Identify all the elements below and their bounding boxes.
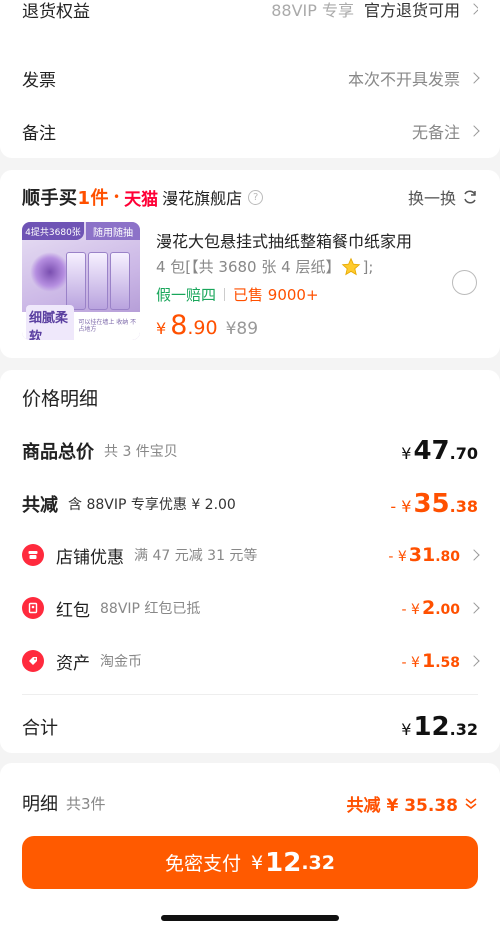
refresh-icon xyxy=(464,190,476,204)
red-packet-icon xyxy=(22,597,44,619)
chevron-right-icon xyxy=(468,655,480,667)
goods-total-amount: ¥47.70 xyxy=(401,436,478,466)
coin-icon xyxy=(22,650,44,672)
product-price: ¥ 8 .90 ¥89 xyxy=(156,310,259,341)
invoice-label: 发票 xyxy=(22,70,56,91)
product-spec: 4 包[【共 3680 张 4 层纸】 ]; xyxy=(156,257,374,276)
thumb-badge-count: 4提共3680张 xyxy=(22,222,84,240)
tmall-logo: 天猫 xyxy=(124,189,159,210)
assets-amount: - ¥1.58 xyxy=(401,650,460,672)
shop-discount-row[interactable]: 店铺优惠 满 47 元减 31 元等 - ¥31.80 xyxy=(22,541,480,569)
help-icon[interactable]: ? xyxy=(248,189,264,205)
home-indicator[interactable] xyxy=(161,915,339,921)
original-price: ¥89 xyxy=(225,319,259,339)
invoice-value: 本次不开具发票 xyxy=(347,70,460,89)
sold-count: 已售 9000+ xyxy=(233,286,319,304)
return-value: 官方退货可用 xyxy=(363,1,460,20)
pay-button[interactable]: 免密支付 ¥12.32 xyxy=(22,836,478,889)
chevron-right-icon xyxy=(468,602,480,614)
red-packet-amount: - ¥2.00 xyxy=(401,597,460,619)
product-image[interactable]: 4提共3680张 随用随抽 细腻柔软 可以挂在墙上 收纳 不占地方 xyxy=(22,222,140,340)
remark-row[interactable]: 备注 无备注 xyxy=(22,117,480,145)
product-tags: 假一赔四 已售 9000+ xyxy=(156,284,319,305)
section-title: 顺手买1件 xyxy=(22,188,110,209)
product-title[interactable]: 漫花大包悬挂式抽纸整箱餐巾纸家用 xyxy=(156,228,412,252)
red-packet-row[interactable]: 红包 88VIP 红包已抵 - ¥2.00 xyxy=(22,594,480,622)
dot-separator-icon: • xyxy=(113,190,121,204)
flower-graphic xyxy=(30,252,70,292)
chevron-right-icon xyxy=(468,125,480,137)
select-product-radio[interactable] xyxy=(452,270,477,295)
store-icon xyxy=(22,544,44,566)
item-count: 共3件 xyxy=(66,794,106,813)
return-note: 88VIP 专享 xyxy=(271,1,354,20)
chevron-right-icon xyxy=(468,72,480,84)
assets-row[interactable]: 资产 淘金币 - ¥1.58 xyxy=(22,647,480,675)
goods-total-row: 商品总价 共 3 件宝贝 ¥47.70 xyxy=(22,436,478,466)
total-reduce-row: 共减 含 88VIP 专享优惠 ¥ 2.00 - ¥35.38 xyxy=(22,489,478,519)
remark-label: 备注 xyxy=(22,123,56,144)
return-row[interactable]: 退货权益 88VIP 专享 官方退货可用 xyxy=(22,0,478,22)
divider xyxy=(224,288,226,301)
sum-row: 合计 ¥12.32 xyxy=(22,712,478,742)
thumb-badge-feature: 随用随抽 xyxy=(86,222,140,240)
shop-discount-amount: - ¥31.80 xyxy=(388,544,460,566)
detail-summary-row[interactable]: 明细 共3件 共减 ¥ 35.38 xyxy=(22,790,478,816)
tissue-pack xyxy=(88,252,108,310)
thumb-caption: 细腻柔软 可以挂在墙上 收纳 不占地方 xyxy=(22,305,140,340)
add-on-header: 顺手买1件 • 天猫 漫花旗舰店 ? 换一换 xyxy=(22,184,478,210)
chevron-double-down-icon xyxy=(465,798,477,809)
tissue-pack xyxy=(110,252,130,310)
divider xyxy=(22,694,478,695)
chevron-right-icon xyxy=(468,549,480,561)
remark-value: 无备注 xyxy=(411,123,460,142)
total-reduce-summary[interactable]: 共减 ¥ 35.38 xyxy=(347,791,478,816)
total-reduce-amount: - ¥35.38 xyxy=(390,489,478,519)
invoice-row[interactable]: 发票 本次不开具发票 xyxy=(22,64,480,92)
guarantee-tag: 假一赔四 xyxy=(156,286,217,304)
return-label: 退货权益 xyxy=(22,1,90,22)
detail-label: 明细 xyxy=(22,794,58,815)
swap-button[interactable]: 换一换 xyxy=(408,185,478,209)
sum-amount: ¥12.32 xyxy=(401,712,478,742)
shop-name[interactable]: 漫花旗舰店 xyxy=(162,185,242,209)
star-icon xyxy=(342,257,361,275)
price-detail-title: 价格明细 xyxy=(22,388,99,410)
chevron-right-icon xyxy=(468,3,478,15)
tissue-pack xyxy=(66,252,86,310)
